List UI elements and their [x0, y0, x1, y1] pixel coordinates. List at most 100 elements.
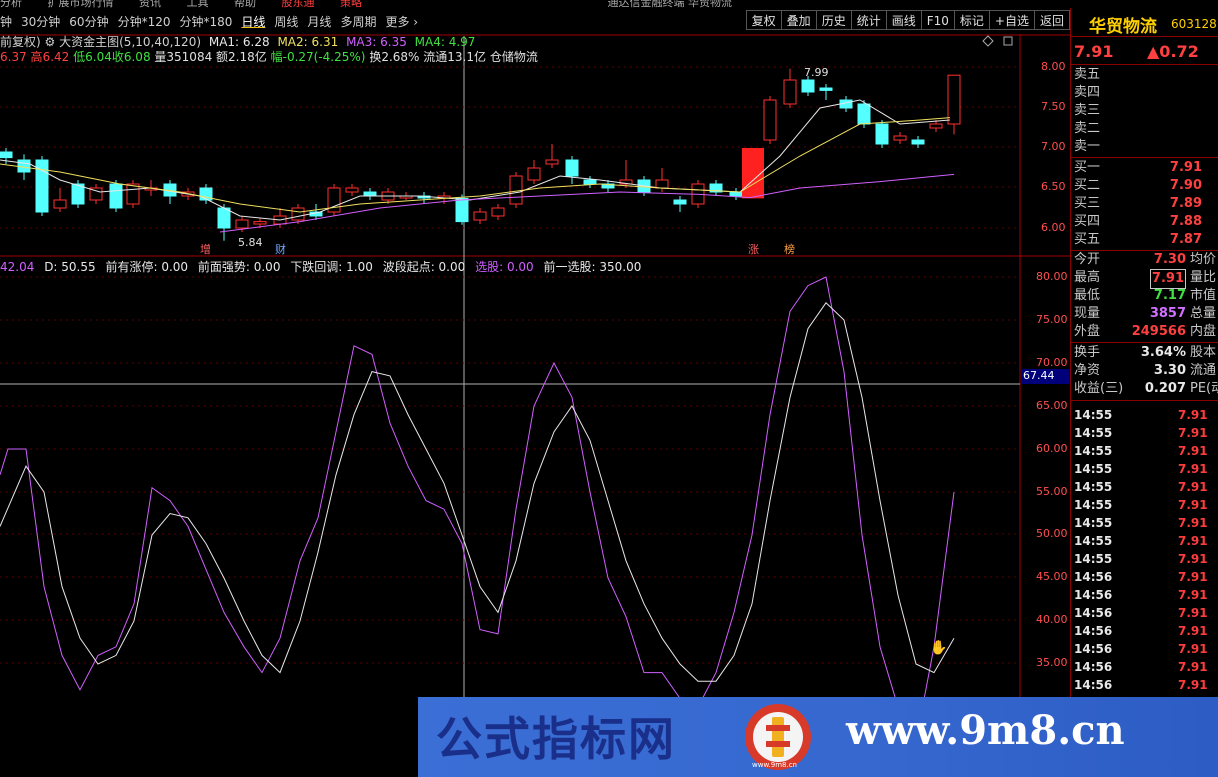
stat-high: 最高 7.91 量比 [1074, 269, 1218, 289]
f10-button[interactable]: F10 [921, 10, 955, 30]
tick-row: 14:55 7.91 [1074, 424, 1218, 442]
stat-label: 今开 [1074, 252, 1101, 267]
statistics-button[interactable]: 统计 [851, 10, 887, 30]
panel-control-icons[interactable] [982, 35, 1013, 47]
level-price: 7.87 [1169, 232, 1202, 247]
tick-time: 14:56 [1074, 624, 1113, 638]
marker-text: 财 [275, 243, 286, 256]
event-marker-list[interactable]: 榜 [784, 241, 795, 257]
indicator-name[interactable]: 大资金主图(5,10,40,120) [59, 35, 201, 49]
restore-rights-button[interactable]: 复权 [745, 10, 782, 30]
osc-axis-label: 35.00 [1036, 656, 1068, 669]
tick-row: 14:55 7.91 [1074, 514, 1218, 532]
tab-period-120min[interactable]: 分钟*120 [118, 13, 171, 30]
settings-gear-icon[interactable]: ⚙ [45, 35, 56, 49]
watermark-site-name: 公式指标网 [436, 712, 676, 766]
tab-period-30min[interactable]: 30分钟 [21, 13, 60, 30]
tick-time: 14:56 [1074, 588, 1113, 602]
tick-row: 14:55 7.91 [1074, 496, 1218, 514]
high-price-mark: 7.99 [804, 66, 829, 79]
stat-value: 249566 [1131, 324, 1186, 339]
level-label: 卖二 [1074, 121, 1101, 136]
chart-area[interactable]: 前复权) ⚙ 大资金主图(5,10,40,120) MA1: 6.28 MA2:… [0, 34, 1070, 777]
add-watchlist-button[interactable]: +自选 [989, 10, 1035, 30]
stock-code: 603128 [1171, 17, 1217, 31]
tab-period-monthly[interactable]: 月线 [307, 13, 331, 30]
stock-name: 华贸物流 [1089, 17, 1157, 37]
tick-time: 14:55 [1074, 462, 1113, 476]
window-title: 通达信金融终端 华贸物流 [607, 0, 733, 8]
back-button[interactable]: 返回 [1034, 10, 1070, 30]
tab-period-daily[interactable]: 日线 [241, 13, 265, 30]
osc-axis-label: 70.00 [1036, 356, 1068, 369]
menu-item[interactable]: 工具 [187, 0, 209, 8]
event-marker-limit-up[interactable]: 涨 [748, 241, 759, 257]
tick-price: 7.91 [1178, 642, 1208, 656]
history-button[interactable]: 历史 [816, 10, 852, 30]
menu-strip: 分析 扩展市场行情 资讯 工具 帮助 股东通 策略 通达信金融终端 华贸物流 [0, 0, 1070, 8]
stat-value: 3.30 [1153, 363, 1186, 378]
stat-value: 7.30 [1153, 252, 1186, 267]
param-wave-start: 波段起点: 0.00 [382, 260, 466, 274]
restore-label[interactable]: 前复权 [0, 35, 36, 49]
event-marker-increase[interactable]: 增 [200, 241, 211, 257]
stat-open: 今开 7.30 均价 [1074, 251, 1218, 269]
watermark-logo-icon: www.9m8.cn [745, 704, 811, 770]
event-marker-finance[interactable]: 财 [275, 241, 286, 257]
sector-label[interactable]: 仓储物流 [490, 50, 538, 64]
tab-period-60min[interactable]: 60分钟 [69, 13, 108, 30]
tick-row: 14:55 7.91 [1074, 442, 1218, 460]
tick-row: 14:56 7.91 [1074, 676, 1218, 694]
ohlc-info-line: 6.37 高6.42 低6.04收6.08 量351084 额2.18亿 幅-0… [0, 48, 538, 65]
sell-level-5: 卖五 [1074, 66, 1218, 84]
stat-current-volume: 现量 3857 总量 [1074, 305, 1218, 323]
menu-item[interactable]: 股东通 [282, 0, 315, 8]
tab-period[interactable]: 钟 [0, 13, 12, 30]
menu-item[interactable]: 扩展市场行情 [48, 0, 114, 8]
watermark-banner: 公式指标网 www.9m8.cn www.9m8.cn [418, 697, 1218, 777]
menu-item[interactable]: 分析 [0, 0, 22, 8]
tick-row: 14:55 7.91 [1074, 478, 1218, 496]
stat-turnover: 换手 3.64% 股本 [1074, 344, 1218, 362]
tick-time: 14:55 [1074, 444, 1113, 458]
diamond-icon[interactable] [982, 35, 994, 47]
draw-line-button[interactable]: 画线 [886, 10, 922, 30]
tick-time: 14:56 [1074, 678, 1113, 692]
stat-extra-label: PE(动 [1190, 381, 1218, 396]
level-label: 卖五 [1074, 67, 1101, 82]
tick-row: 14:56 7.91 [1074, 622, 1218, 640]
tab-period-180min[interactable]: 分钟*180 [179, 13, 232, 30]
param-prev-strong: 前面强势: 0.00 [197, 260, 281, 274]
stat-low: 最低 7.17 市值 [1074, 287, 1218, 305]
menu-item[interactable]: 资讯 [139, 0, 161, 8]
chevron-right-icon: › [413, 14, 419, 29]
tab-period-multi[interactable]: 多周期 [340, 13, 376, 30]
sell-level-3: 卖三 [1074, 102, 1218, 120]
tick-price: 7.91 [1178, 462, 1208, 476]
stat-extra-label: 内盘 [1190, 324, 1217, 339]
tab-period-weekly[interactable]: 周线 [274, 13, 298, 30]
tick-time: 14:55 [1074, 426, 1113, 440]
osc-axis-label: 55.00 [1036, 485, 1068, 498]
low-label: 低 [73, 50, 86, 64]
level-label: 卖四 [1074, 85, 1101, 100]
low-value: 6.04 [85, 50, 112, 64]
level-price: 7.88 [1169, 214, 1202, 229]
tab-period-more[interactable]: 更多 › [385, 13, 418, 30]
tick-row: 14:56 7.91 [1074, 604, 1218, 622]
mark-button[interactable]: 标记 [954, 10, 990, 30]
menu-item[interactable]: 帮助 [234, 0, 256, 8]
kline-chart-canvas[interactable] [0, 34, 1070, 777]
maximize-icon[interactable] [1003, 36, 1013, 46]
price-change: ▲0.72 [1147, 42, 1199, 61]
sell-level-2: 卖二 [1074, 120, 1218, 138]
high-label: 高 [30, 50, 43, 64]
price-axis-label: 7.50 [1041, 100, 1066, 113]
level-price: 7.89 [1169, 196, 1202, 211]
stat-label: 换手 [1074, 345, 1101, 360]
overlay-button[interactable]: 叠加 [781, 10, 817, 30]
tick-time: 14:55 [1074, 516, 1113, 530]
price-axis-label: 6.00 [1041, 221, 1066, 234]
buy-level-5: 买五 7.87 [1074, 231, 1218, 249]
menu-item[interactable]: 策略 [340, 0, 362, 8]
